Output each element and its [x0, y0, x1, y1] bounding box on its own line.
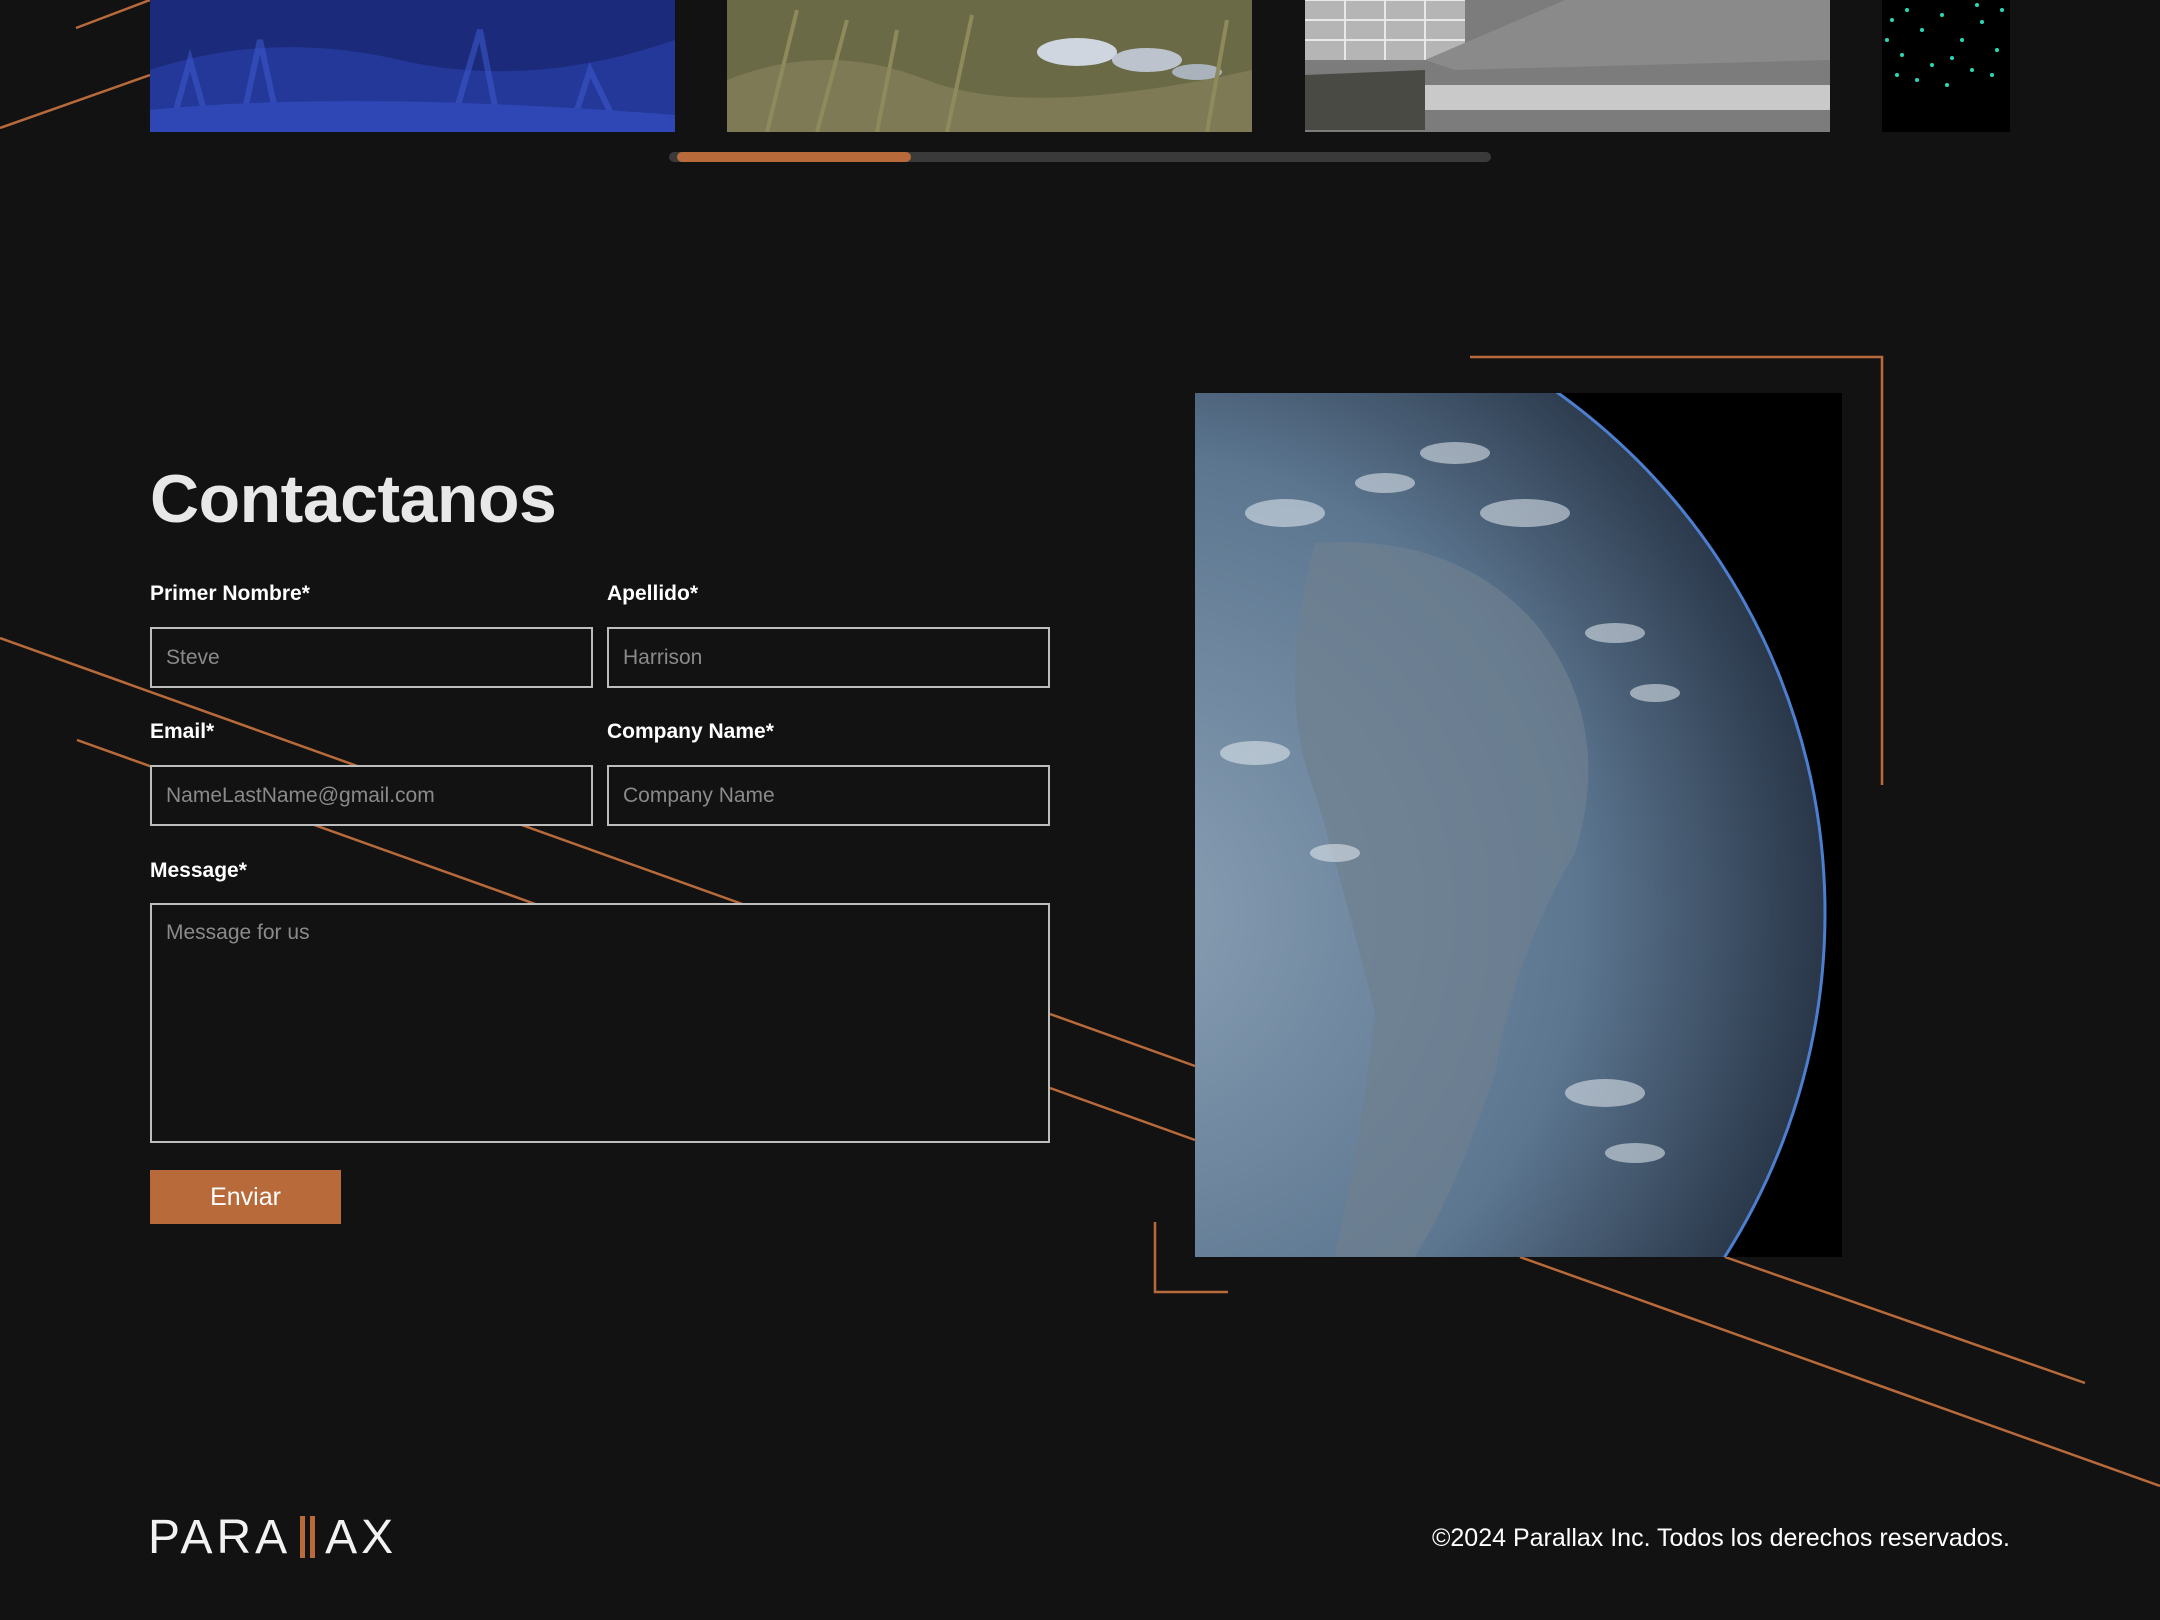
particles-thumbnail[interactable] [1882, 0, 2010, 132]
submit-button[interactable]: Enviar [150, 1170, 341, 1224]
architecture-render-thumbnail[interactable] [1305, 0, 1830, 132]
earth-image [1195, 393, 1842, 1257]
logo-bars-icon [293, 1516, 323, 1558]
gallery-scrollbar-thumb[interactable] [677, 152, 911, 162]
page-title: Contactanos [150, 461, 557, 537]
copyright-text: ©2024 Parallax Inc. Todos los derechos r… [1431, 1524, 2010, 1552]
gallery-scrollbar[interactable] [669, 152, 1491, 162]
company-name-input[interactable] [607, 765, 1050, 826]
company-name-label: Company Name* [607, 720, 774, 743]
email-label: Email* [150, 720, 215, 743]
logo-text-left: PARA [148, 1510, 292, 1564]
message-label: Message* [150, 859, 247, 882]
last-name-label: Apellido* [607, 582, 699, 605]
message-textarea[interactable] [150, 903, 1050, 1143]
first-name-label: Primer Nombre* [150, 582, 310, 605]
parallax-logo[interactable]: PARA AX [148, 1510, 398, 1564]
last-name-input[interactable] [607, 627, 1050, 688]
grass-rocks-thumbnail[interactable] [727, 0, 1252, 132]
blue-landscape-thumbnail[interactable] [150, 0, 675, 132]
first-name-input[interactable] [150, 627, 593, 688]
email-input[interactable] [150, 765, 593, 826]
logo-text-right: AX [325, 1510, 398, 1564]
